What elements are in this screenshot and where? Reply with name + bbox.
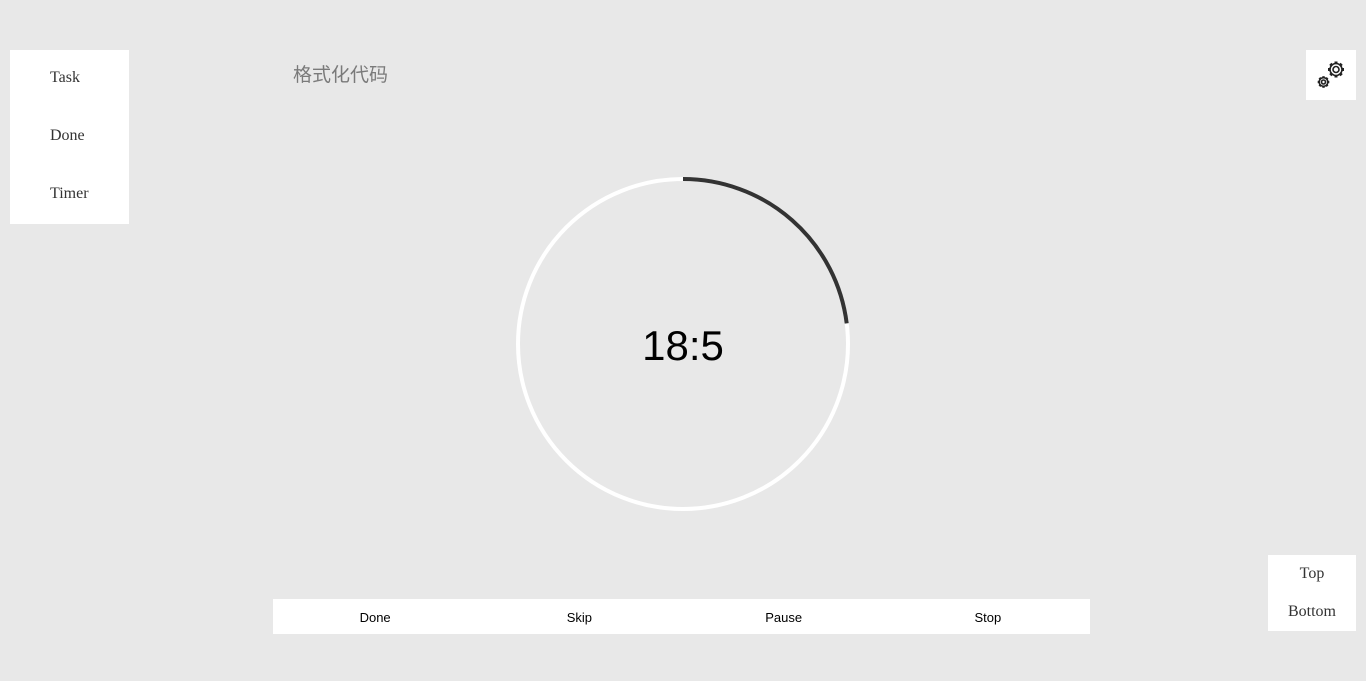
timer-controls: Done Skip Pause Stop: [273, 599, 1090, 634]
pause-button[interactable]: Pause: [682, 599, 886, 634]
scroll-panel: Top Bottom: [1268, 555, 1356, 631]
skip-button[interactable]: Skip: [477, 599, 681, 634]
gears-icon: [1317, 61, 1344, 88]
scroll-top-button[interactable]: Top: [1268, 565, 1356, 583]
scroll-bottom-button[interactable]: Bottom: [1268, 603, 1356, 621]
done-button[interactable]: Done: [273, 599, 477, 634]
settings-button[interactable]: [1306, 50, 1356, 100]
sidebar-item-task[interactable]: Task: [50, 69, 80, 87]
task-title: 格式化代码: [293, 64, 389, 86]
timer-ring-progress: [682, 177, 849, 324]
sidebar-nav: Task Done Timer: [10, 50, 129, 224]
sidebar-item-done[interactable]: Done: [50, 127, 85, 145]
timer-display: 18:5: [642, 322, 724, 369]
sidebar-item-timer[interactable]: Timer: [50, 185, 89, 203]
stop-button[interactable]: Stop: [886, 599, 1090, 634]
